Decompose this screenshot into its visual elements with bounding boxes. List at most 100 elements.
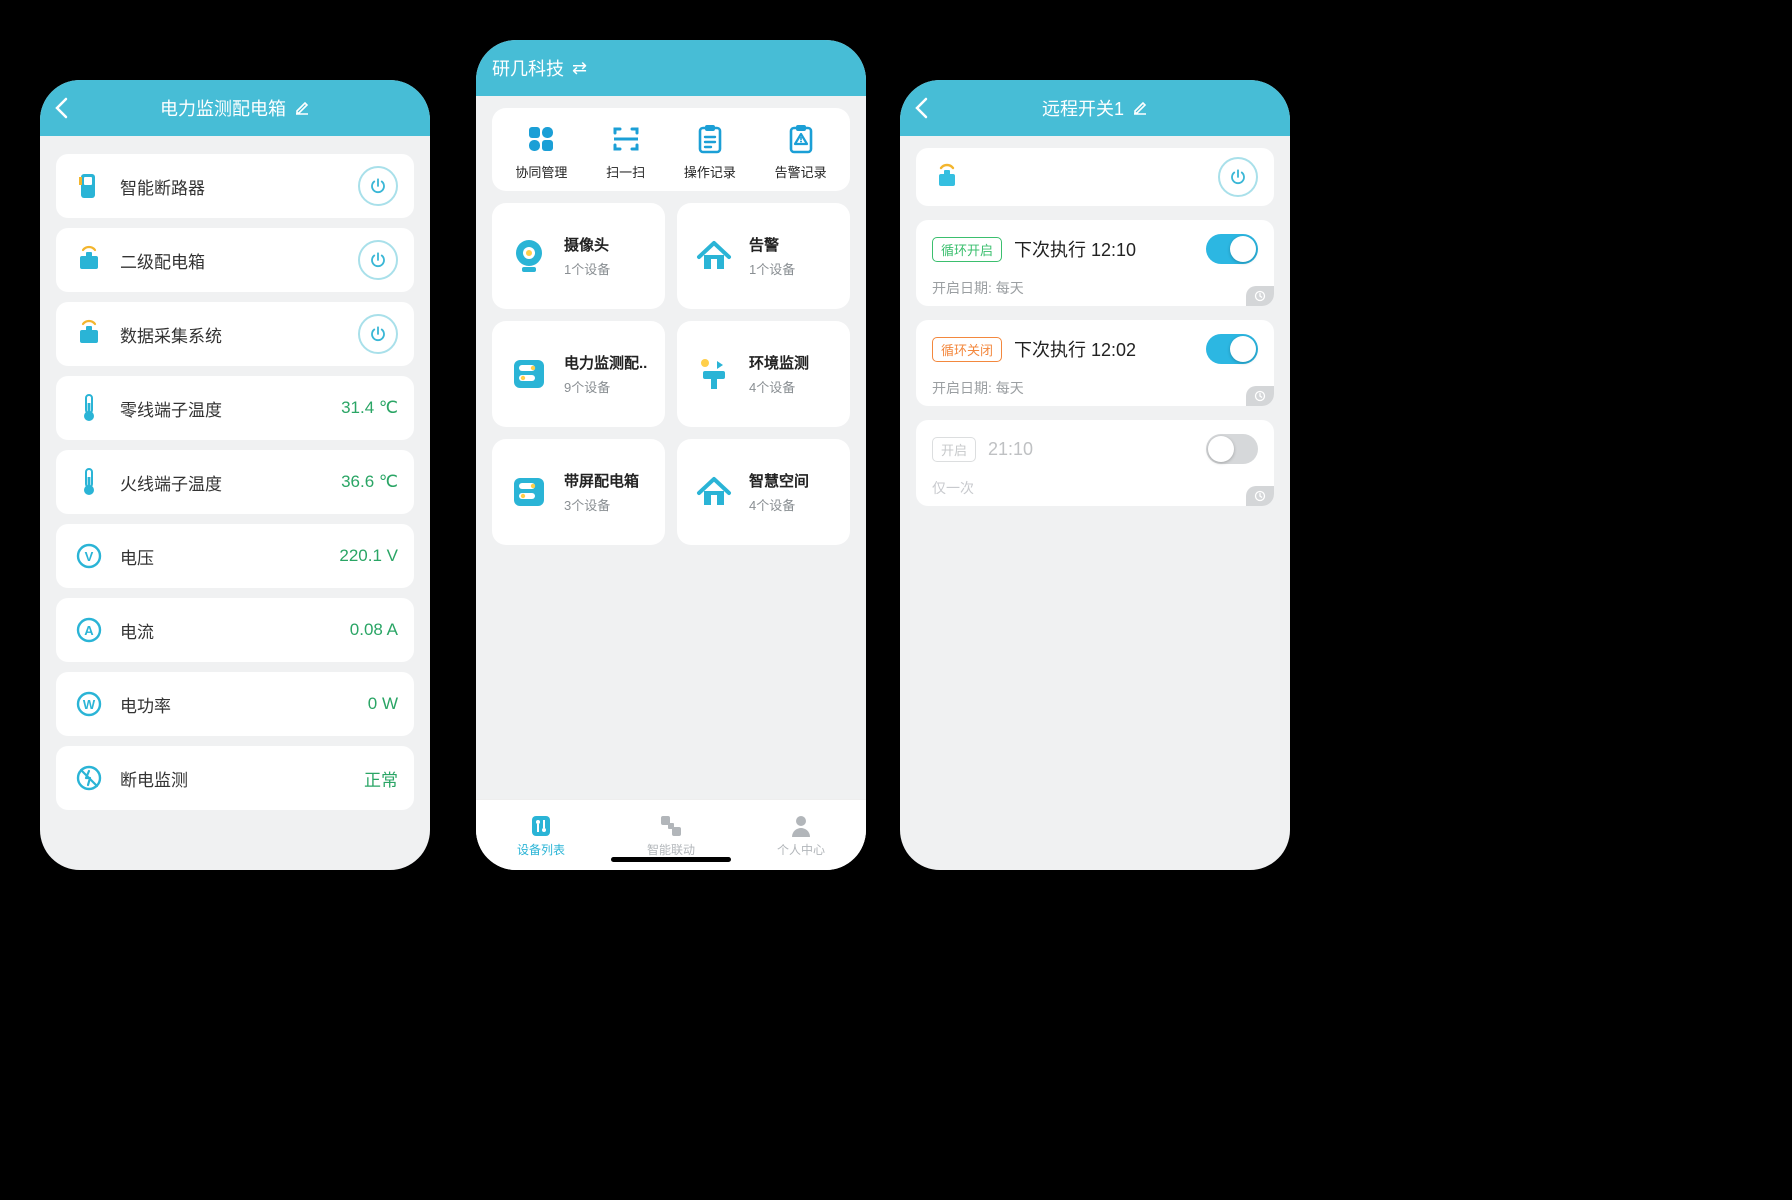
metric-label: 数据采集系统 — [120, 322, 358, 347]
house-icon — [691, 469, 737, 515]
thermo-icon — [72, 467, 106, 497]
power-button[interactable] — [1218, 157, 1258, 197]
metric-row[interactable]: 零线端子温度 31.4 ℃ — [56, 376, 414, 440]
schedule-card[interactable]: 循环开启 下次执行 12:10 开启日期: 每天 — [916, 220, 1274, 306]
metric-label: 智能断路器 — [120, 174, 358, 199]
phone-monitor: 电力监测配电箱 智能断路器 二级配电箱 数据采集系统 零线端子温度 31.4 ℃… — [40, 80, 430, 870]
schedule-card[interactable]: 循环关闭 下次执行 12:02 开启日期: 每天 — [916, 320, 1274, 406]
tab-item[interactable]: 设备列表 — [517, 813, 565, 858]
metric-label: 零线端子温度 — [120, 396, 341, 421]
tool-item[interactable]: 告警记录 — [775, 122, 827, 181]
tool-icon — [526, 122, 556, 156]
back-button[interactable] — [54, 80, 68, 136]
card-sub: 4个设备 — [749, 495, 809, 514]
back-button[interactable] — [914, 80, 928, 136]
tab-label: 个人中心 — [777, 841, 825, 858]
device-card[interactable]: 摄像头 1个设备 — [492, 203, 665, 309]
metric-row[interactable]: 智能断路器 — [56, 154, 414, 218]
box-icon — [72, 245, 106, 275]
schedule-tag: 循环开启 — [932, 237, 1002, 262]
metric-value: 220.1 V — [339, 546, 398, 566]
metric-label: 电功率 — [120, 692, 368, 717]
circW-icon: W — [72, 690, 106, 718]
edit-icon[interactable] — [294, 100, 310, 116]
svg-text:W: W — [83, 697, 96, 712]
schedule-note: 开启日期: 每天 — [932, 278, 1258, 298]
device-card[interactable]: 带屏配电箱 3个设备 — [492, 439, 665, 545]
schedule-tag: 循环关闭 — [932, 337, 1002, 362]
home-indicator — [611, 857, 731, 862]
tool-label: 操作记录 — [684, 162, 736, 181]
card-sub: 3个设备 — [564, 495, 639, 514]
device-card[interactable]: 环境监测 4个设备 — [677, 321, 850, 427]
house-icon — [691, 233, 737, 279]
tool-item[interactable]: 扫一扫 — [606, 122, 645, 181]
metric-value: 0 W — [368, 694, 398, 714]
card-sub: 9个设备 — [564, 377, 647, 396]
thermo-icon — [72, 393, 106, 423]
metric-value: 0.08 A — [350, 620, 398, 640]
power-button[interactable] — [358, 240, 398, 280]
schedule-note: 仅一次 — [932, 478, 1258, 498]
phone-schedule: 远程开关1 循环开启 下次执行 12:10 开启日期: 每天 — [900, 80, 1290, 870]
svg-text:V: V — [85, 549, 94, 564]
tab-item[interactable]: 智能联动 — [647, 813, 695, 858]
tool-label: 扫一扫 — [606, 162, 645, 181]
circA-icon: A — [72, 616, 106, 644]
schedule-exec: 下次执行 12:02 — [1014, 336, 1194, 362]
metric-row[interactable]: 数据采集系统 — [56, 302, 414, 366]
metric-value: 正常 — [364, 766, 398, 791]
card-sub: 1个设备 — [564, 259, 610, 278]
card-sub: 1个设备 — [749, 259, 795, 278]
env-icon — [691, 351, 737, 397]
panel-icon — [506, 351, 552, 397]
metric-label: 电压 — [120, 544, 339, 569]
metric-row[interactable]: W 电功率 0 W — [56, 672, 414, 736]
metric-row[interactable]: 断电监测 正常 — [56, 746, 414, 810]
clock-icon — [1246, 286, 1274, 306]
device-card[interactable]: 电力监测配.. 9个设备 — [492, 321, 665, 427]
schedule-tag: 开启 — [932, 437, 976, 462]
metric-value: 36.6 ℃ — [341, 472, 398, 492]
power-button[interactable] — [358, 314, 398, 354]
metric-row[interactable]: 火线端子温度 36.6 ℃ — [56, 450, 414, 514]
schedule-toggle[interactable] — [1206, 334, 1258, 364]
clock-icon — [1246, 386, 1274, 406]
schedule-exec: 下次执行 12:10 — [1014, 236, 1194, 262]
edit-icon[interactable] — [1132, 100, 1148, 116]
tool-label: 协同管理 — [515, 162, 567, 181]
tool-item[interactable]: 协同管理 — [515, 122, 567, 181]
schedule-card[interactable]: 开启 21:10 仅一次 — [916, 420, 1274, 506]
brand-title: 研几科技 — [492, 55, 564, 81]
header-bar: 电力监测配电箱 — [40, 80, 430, 136]
nopower-icon — [72, 764, 106, 792]
metric-row[interactable]: A 电流 0.08 A — [56, 598, 414, 662]
metric-row[interactable]: V 电压 220.1 V — [56, 524, 414, 588]
tool-item[interactable]: 操作记录 — [684, 122, 736, 181]
camera-icon — [506, 233, 552, 279]
schedule-exec: 21:10 — [988, 439, 1194, 460]
tab-icon — [528, 813, 554, 839]
card-title: 带屏配电箱 — [564, 470, 639, 491]
device-row[interactable] — [916, 148, 1274, 206]
svg-text:A: A — [84, 623, 94, 638]
box-icon — [72, 319, 106, 349]
schedule-toggle[interactable] — [1206, 234, 1258, 264]
tab-label: 智能联动 — [647, 841, 695, 858]
metric-label: 火线端子温度 — [120, 470, 341, 495]
device-card[interactable]: 智慧空间 4个设备 — [677, 439, 850, 545]
device-box-icon — [932, 162, 962, 192]
metric-row[interactable]: 二级配电箱 — [56, 228, 414, 292]
schedule-toggle[interactable] — [1206, 434, 1258, 464]
circV-icon: V — [72, 542, 106, 570]
power-button[interactable] — [358, 166, 398, 206]
metric-label: 电流 — [120, 618, 350, 643]
tab-item[interactable]: 个人中心 — [777, 813, 825, 858]
card-title: 智慧空间 — [749, 470, 809, 491]
metric-value: 31.4 ℃ — [341, 398, 398, 418]
card-title: 电力监测配.. — [564, 352, 647, 373]
device-card[interactable]: 告警 1个设备 — [677, 203, 850, 309]
phone-dashboard: 研几科技 ⇄ 协同管理扫一扫操作记录告警记录 摄像头 1个设备 告警 1个设备 … — [476, 40, 866, 870]
swap-icon[interactable]: ⇄ — [572, 58, 587, 79]
header-bar: 研几科技 ⇄ — [476, 40, 866, 96]
